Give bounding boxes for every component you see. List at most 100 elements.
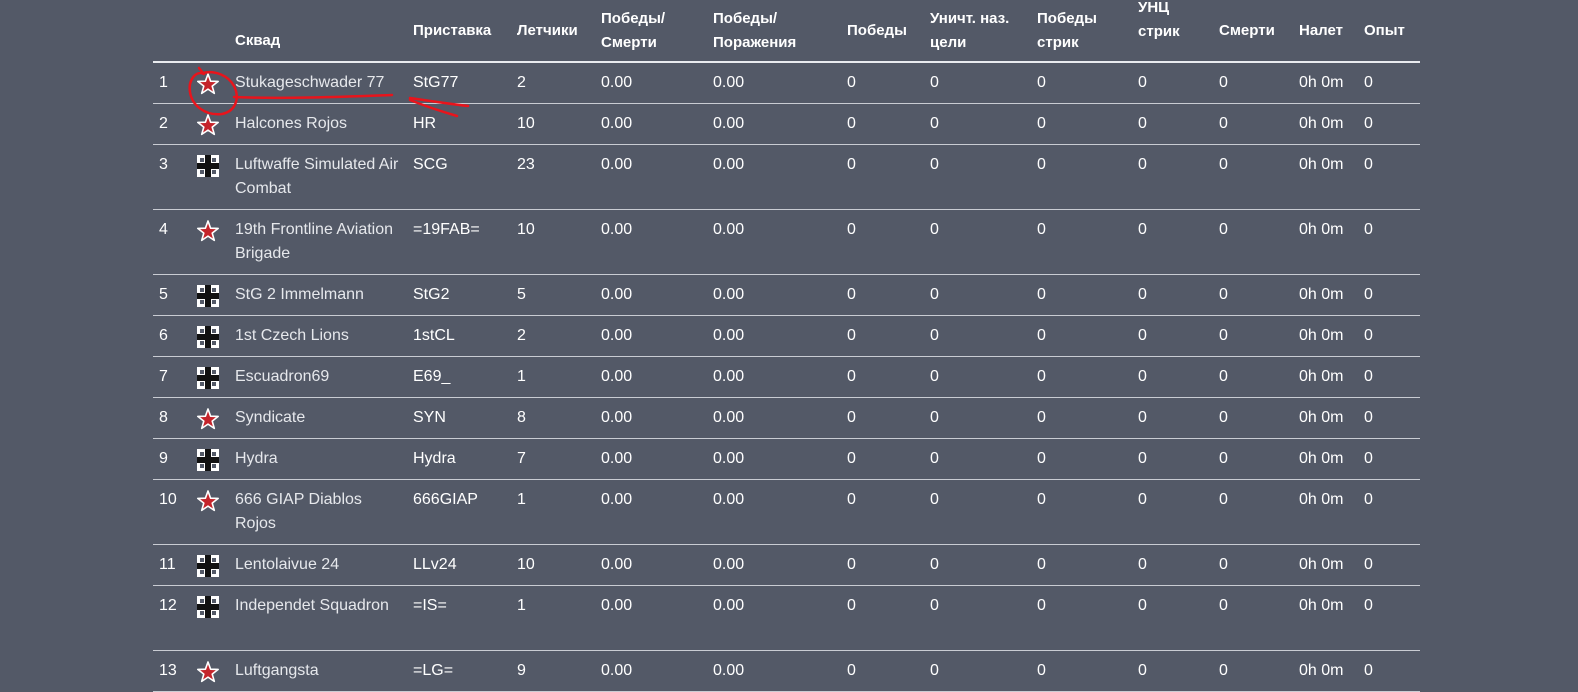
table-row[interactable]: 7 Escuadron69 E69_ 1 0.00 0.00 0 0 0 0 0 0h 0m 0: [153, 357, 1420, 398]
soviet-star-icon: [197, 114, 219, 136]
squad-name-link[interactable]: 19th Frontline Aviation Brigade: [235, 218, 405, 266]
table-row[interactable]: 10 666 GIAP Diablos Rojos 666GIAP 1 0.00 0.00…: [153, 480, 1420, 545]
pilots-cell: 2: [517, 327, 526, 344]
tag-cell: 666GIAP: [413, 491, 478, 508]
tag-cell: StG2: [413, 286, 450, 303]
rank-cell: 3: [159, 156, 168, 173]
ground-targets-cell: 0: [930, 556, 939, 573]
squad-name-link[interactable]: Lentolaivue 24: [235, 553, 405, 577]
squad-name-link[interactable]: Halcones Rojos: [235, 112, 405, 136]
squad-name-link[interactable]: StG 2 Immelmann: [235, 283, 405, 307]
pilots-cell: 1: [517, 368, 526, 385]
balkenkreuz-icon: [197, 155, 219, 177]
flight-time-cell: 0h 0m: [1299, 221, 1344, 238]
rank-cell: 7: [159, 368, 168, 385]
squad-name-link[interactable]: 666 GIAP Diablos Rojos: [235, 488, 405, 536]
wins-cell: 0: [847, 450, 856, 467]
tag-cell: Hydra: [413, 450, 456, 467]
squad-name-link[interactable]: Syndicate: [235, 406, 405, 430]
column-header-flight-time[interactable]: Налет: [1299, 19, 1343, 43]
kd-ratio-cell: 0.00: [601, 115, 633, 132]
table-row[interactable]: 3 Luftwaffe Simulated Air Combat SCG 23 0.00…: [153, 145, 1420, 210]
ground-targets-cell: 0: [930, 286, 939, 303]
win-streak-cell: 0: [1037, 556, 1046, 573]
wins-cell: 0: [847, 662, 856, 679]
wl-ratio-cell: 0.00: [713, 450, 745, 467]
pilots-cell: 5: [517, 286, 526, 303]
table-body: 1 Stukageschwader 77 StG77 2 0.00 0.00 0 0 0 0 0 0h…: [153, 63, 1420, 692]
kd-ratio-cell: 0.00: [601, 491, 633, 508]
wins-cell: 0: [847, 597, 856, 614]
table-row[interactable]: 6 1st Czech Lions 1stCL 2 0.00 0.00 0 0 0 0 0 0h 0m…: [153, 316, 1420, 357]
table-row[interactable]: 9 Hydra Hydra 7 0.00 0.00 0 0 0 0 0 0h 0m 0: [153, 439, 1420, 480]
squad-name-link[interactable]: Escuadron69: [235, 365, 405, 389]
table-row[interactable]: 5 StG 2 Immelmann StG2 5 0.00 0.00 0 0 0 0 0 0h 0m 0: [153, 275, 1420, 316]
column-header-ground[interactable]: Уничт. наз. цели: [930, 7, 1009, 55]
squad-name-link[interactable]: Independet Squadron: [235, 594, 405, 618]
xp-cell: 0: [1364, 156, 1373, 173]
wins-cell: 0: [847, 491, 856, 508]
wins-cell: 0: [847, 221, 856, 238]
squad-name-link[interactable]: Stukageschwader 77: [235, 71, 405, 95]
rank-cell: 11: [159, 556, 176, 573]
column-header-kd[interactable]: Победы/ Смерти: [601, 7, 665, 55]
win-streak-cell: 0: [1037, 491, 1046, 508]
ground-streak-cell: 0: [1138, 74, 1147, 91]
wl-ratio-cell: 0.00: [713, 662, 745, 679]
deaths-cell: 0: [1219, 156, 1228, 173]
squad-name-link[interactable]: Luftgangsta: [235, 659, 405, 683]
column-header-squad[interactable]: Сквад: [235, 29, 280, 53]
rank-cell: 13: [159, 662, 177, 679]
win-streak-cell: 0: [1037, 286, 1046, 303]
deaths-cell: 0: [1219, 409, 1228, 426]
column-header-tag[interactable]: Приставка: [413, 19, 491, 43]
wl-ratio-cell: 0.00: [713, 74, 745, 91]
flight-time-cell: 0h 0m: [1299, 450, 1344, 467]
table-row[interactable]: 8 Syndicate SYN 8 0.00 0.00 0 0 0 0 0 0h 0m 0: [153, 398, 1420, 439]
column-header-pilots[interactable]: Летчики: [517, 19, 578, 43]
flight-time-cell: 0h 0m: [1299, 115, 1344, 132]
column-header-deaths[interactable]: Смерти: [1219, 19, 1275, 43]
ground-targets-cell: 0: [930, 491, 939, 508]
xp-cell: 0: [1364, 286, 1373, 303]
table-row[interactable]: 4 19th Frontline Aviation Brigade =19FAB= 1…: [153, 210, 1420, 275]
table-row[interactable]: 1 Stukageschwader 77 StG77 2 0.00 0.00 0 0 0 0 0 0h…: [153, 63, 1420, 104]
column-header-streak[interactable]: Победы стрик: [1037, 7, 1097, 55]
column-header-streak-line2: стрик: [1037, 34, 1079, 51]
kd-ratio-cell: 0.00: [601, 286, 633, 303]
table-row[interactable]: 11 Lentolaivue 24 LLv24 10 0.00 0.00 0 0 0 0 0 0h 0…: [153, 545, 1420, 586]
pilots-cell: 1: [517, 597, 526, 614]
column-header-ground-streak-line1: УНЦ: [1138, 0, 1170, 16]
table-row[interactable]: 2 Halcones Rojos HR 10 0.00 0.00 0 0 0 0 0 0h 0m 0: [153, 104, 1420, 145]
table-row[interactable]: 13 Luftgangsta =LG= 9 0.00 0.00 0 0 0 0 0 0h 0m 0: [153, 651, 1420, 692]
kd-ratio-cell: 0.00: [601, 327, 633, 344]
table-row[interactable]: 12 Independet Squadron =IS= 1 0.00 0.00 0 0 0 0 0 0…: [153, 586, 1420, 651]
squad-name-link[interactable]: 1st Czech Lions: [235, 324, 405, 348]
squad-name-link[interactable]: Luftwaffe Simulated Air Combat: [235, 153, 405, 201]
column-header-ground-streak[interactable]: УНЦ стрик: [1138, 0, 1180, 44]
ground-targets-cell: 0: [930, 74, 939, 91]
flight-time-cell: 0h 0m: [1299, 662, 1344, 679]
deaths-cell: 0: [1219, 450, 1228, 467]
wl-ratio-cell: 0.00: [713, 156, 745, 173]
xp-cell: 0: [1364, 491, 1373, 508]
column-header-xp[interactable]: Опыт: [1364, 19, 1405, 43]
wl-ratio-cell: 0.00: [713, 556, 745, 573]
rank-cell: 8: [159, 409, 168, 426]
kd-ratio-cell: 0.00: [601, 156, 633, 173]
kd-ratio-cell: 0.00: [601, 450, 633, 467]
soviet-star-icon: [197, 661, 219, 683]
kd-ratio-cell: 0.00: [601, 662, 633, 679]
flight-time-cell: 0h 0m: [1299, 491, 1344, 508]
tag-cell: 1stCL: [413, 327, 455, 344]
rank-cell: 5: [159, 286, 168, 303]
win-streak-cell: 0: [1037, 221, 1046, 238]
xp-cell: 0: [1364, 409, 1373, 426]
xp-cell: 0: [1364, 74, 1373, 91]
rank-cell: 10: [159, 491, 177, 508]
column-header-wl[interactable]: Победы/ Поражения: [713, 7, 796, 55]
tag-cell: SYN: [413, 409, 446, 426]
pilots-cell: 23: [517, 156, 535, 173]
squad-name-link[interactable]: Hydra: [235, 447, 405, 471]
column-header-wins[interactable]: Победы: [847, 19, 907, 43]
